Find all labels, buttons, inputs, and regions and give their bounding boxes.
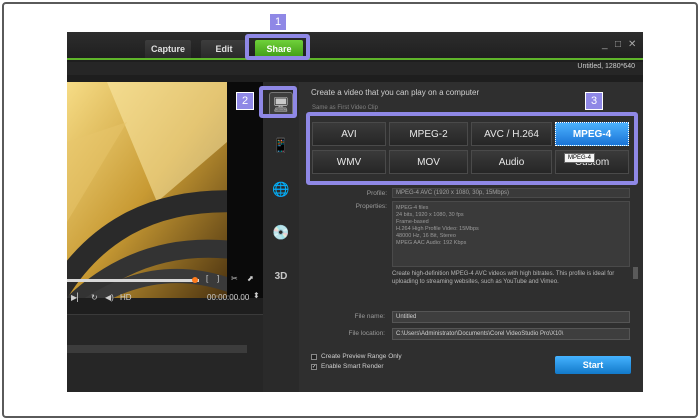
status-bar bbox=[67, 62, 643, 75]
3d-icon[interactable]: 3D bbox=[269, 264, 293, 288]
close-button[interactable]: ✕ bbox=[628, 39, 636, 50]
edit-tab[interactable]: Edit bbox=[201, 40, 247, 58]
scrubber-track[interactable] bbox=[67, 279, 199, 282]
hd-toggle[interactable]: HD bbox=[120, 293, 132, 302]
globe-icon[interactable]: 🌐 bbox=[269, 177, 293, 201]
library-scrollbar[interactable] bbox=[67, 345, 247, 353]
preview-range-checkbox[interactable] bbox=[311, 353, 317, 360]
callout-box-share bbox=[245, 34, 310, 60]
mobile-device-icon[interactable]: 📱 bbox=[269, 133, 293, 157]
file-name-label: File name: bbox=[354, 313, 385, 320]
project-info: Untitled, 1280*640 bbox=[577, 63, 635, 70]
preview-range-label: Create Preview Range Only bbox=[321, 353, 402, 360]
properties-box: MPEG-4 files 24 bits, 1920 x 1080, 30 fp… bbox=[392, 201, 630, 267]
minimize-button[interactable]: _ bbox=[602, 39, 608, 50]
mark-in-button[interactable]: [ bbox=[206, 274, 208, 283]
callout-box-computer bbox=[259, 86, 297, 118]
scrubber-handle[interactable] bbox=[192, 277, 198, 283]
screenshot-frame: Capture Edit Share _ □ ✕ Untitled, 1280*… bbox=[2, 2, 698, 418]
capture-tab[interactable]: Capture bbox=[145, 40, 191, 58]
file-location-label: File location: bbox=[348, 330, 386, 337]
cut-icon[interactable]: ✂ bbox=[231, 274, 238, 283]
app-window: Capture Edit Share _ □ ✕ Untitled, 1280*… bbox=[67, 32, 643, 392]
volume-icon[interactable]: ◀) bbox=[105, 293, 114, 302]
file-name-field[interactable]: Untitled bbox=[392, 311, 630, 323]
callout-box-formats bbox=[306, 112, 638, 185]
property-line: 48000 Hz, 16 Bit, Stereo bbox=[396, 233, 456, 239]
properties-label: Properties: bbox=[355, 203, 387, 210]
start-button[interactable]: Start bbox=[555, 356, 631, 374]
panel-heading: Create a video that you can play on a co… bbox=[311, 88, 480, 97]
profile-description: Create high-definition MPEG-4 AVC videos… bbox=[392, 271, 615, 285]
mark-out-button[interactable]: ] bbox=[217, 274, 219, 283]
expand-icon[interactable]: ⬈ bbox=[247, 274, 254, 283]
disc-icon[interactable]: 💿 bbox=[269, 220, 293, 244]
timecode-stepper-icon[interactable]: ⬍ bbox=[253, 291, 260, 300]
restore-button[interactable]: □ bbox=[615, 39, 621, 50]
video-preview bbox=[67, 82, 227, 298]
smart-render-checkbox[interactable]: ✓ bbox=[311, 363, 317, 370]
callout-badge-2: 2 bbox=[236, 92, 254, 110]
properties-scrollbar[interactable] bbox=[633, 267, 638, 279]
preview-letterbox bbox=[227, 82, 263, 298]
repeat-icon[interactable]: ↻ bbox=[91, 293, 98, 302]
property-line: MPEG AAC Audio: 192 Kbps bbox=[396, 240, 467, 246]
next-frame-icon[interactable]: ▶▏ bbox=[71, 293, 83, 302]
callout-badge-3: 3 bbox=[585, 92, 603, 110]
profile-dropdown[interactable]: MPEG-4 AVC (1920 x 1080, 30p, 15Mbps) bbox=[392, 188, 630, 198]
property-line: H.264 High Profile Video: 15Mbps bbox=[396, 226, 479, 232]
property-line: Frame-based bbox=[396, 219, 429, 225]
library-panel bbox=[67, 314, 263, 392]
file-location-field[interactable]: C:\Users\Administrator\Documents\Corel V… bbox=[392, 328, 630, 340]
same-as-first-clip-option[interactable]: Same as First Video Clip bbox=[312, 105, 378, 111]
property-line: 24 bits, 1920 x 1080, 30 fps bbox=[396, 212, 464, 218]
property-line: MPEG-4 files bbox=[396, 205, 429, 211]
smart-render-label: Enable Smart Render bbox=[321, 363, 384, 370]
callout-badge-1: 1 bbox=[269, 13, 287, 31]
timecode-display[interactable]: 00:00:00.00 bbox=[207, 293, 249, 302]
preview-frame-image bbox=[67, 82, 227, 298]
preview-range-option[interactable]: Create Preview Range Only bbox=[311, 353, 402, 360]
profile-label: Profile: bbox=[366, 190, 387, 197]
smart-render-option[interactable]: ✓ Enable Smart Render bbox=[311, 363, 384, 370]
